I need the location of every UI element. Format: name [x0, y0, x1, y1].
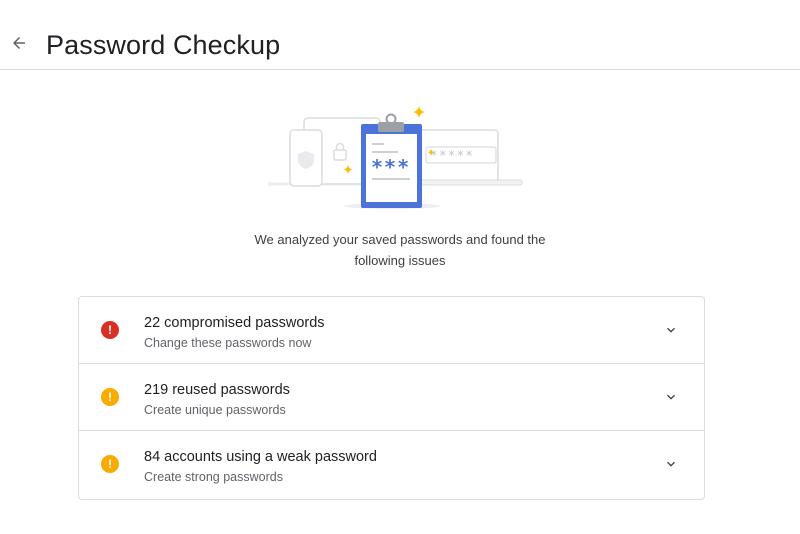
sparkle-icon: [413, 106, 425, 118]
page-header: Password Checkup: [0, 0, 800, 70]
summary-line: We analyzed your saved passwords and fou…: [254, 232, 546, 247]
warning-icon: !: [101, 388, 119, 406]
password-field-text: *****: [430, 149, 474, 164]
issue-row-compromised[interactable]: ! 22 compromised passwords Change these …: [79, 297, 704, 364]
issue-subtitle: Create strong passwords: [144, 470, 283, 484]
issue-row-reused[interactable]: ! 219 reused passwords Create unique pas…: [79, 364, 704, 431]
chevron-down-icon: [667, 327, 675, 333]
page-title: Password Checkup: [46, 30, 281, 60]
summary-text: We analyzed your saved passwords and fou…: [200, 229, 600, 271]
issue-subtitle: Create unique passwords: [144, 403, 286, 417]
back-button[interactable]: [6, 30, 32, 56]
arrow-back-icon: [13, 37, 25, 49]
issue-title: 84 accounts using a weak password: [144, 449, 377, 465]
expand-button[interactable]: [662, 321, 680, 339]
issue-title: 219 reused passwords: [144, 382, 290, 398]
laptop-base: [409, 179, 523, 186]
issue-title: 22 compromised passwords: [144, 315, 325, 331]
chevron-down-icon: [667, 394, 675, 400]
expand-button[interactable]: [662, 388, 680, 406]
error-icon: !: [101, 321, 119, 339]
issue-row-weak[interactable]: ! 84 accounts using a weak password Crea…: [79, 431, 704, 499]
summary-line: following issues: [354, 253, 446, 268]
issues-list: ! 22 compromised passwords Change these …: [78, 296, 705, 500]
masked-password-text: ***: [371, 155, 410, 179]
issue-subtitle: Change these passwords now: [144, 336, 312, 350]
expand-button[interactable]: [662, 455, 680, 473]
warning-icon: !: [101, 455, 119, 473]
chevron-down-icon: [667, 461, 675, 467]
password-checkup-illustration: ***** ***: [268, 106, 523, 209]
